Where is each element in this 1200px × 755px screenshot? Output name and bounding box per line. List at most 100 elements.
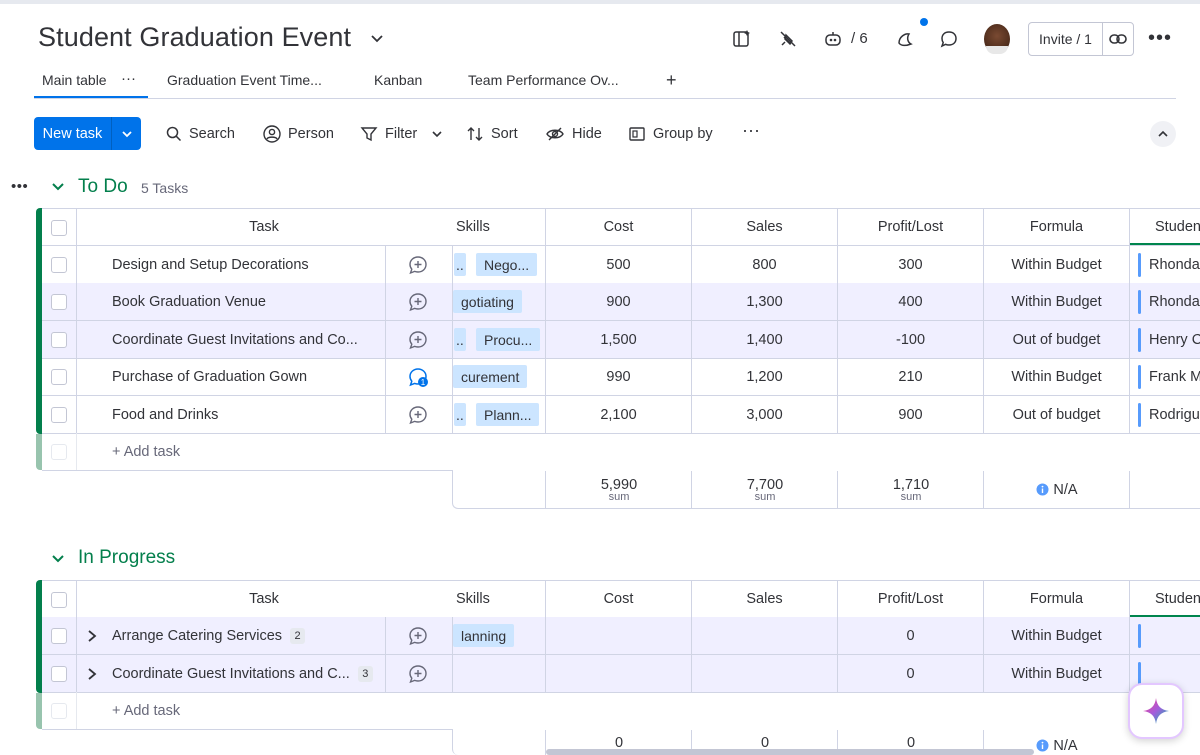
sales-value[interactable]: 1,200 [692, 358, 837, 395]
add-update-icon[interactable] [408, 330, 428, 350]
column-header-student[interactable]: Studen [1155, 581, 1200, 617]
row-checkbox[interactable] [51, 332, 67, 348]
automations-icon[interactable] [822, 28, 844, 50]
board-title[interactable]: Student Graduation Event [38, 22, 351, 53]
updates-chat-icon[interactable] [938, 28, 960, 50]
student-person[interactable]: Henry C [1138, 328, 1200, 352]
row-checkbox[interactable] [51, 369, 67, 385]
add-view-icon[interactable]: + [666, 70, 677, 91]
sales-value[interactable] [692, 655, 837, 692]
info-icon[interactable] [1036, 739, 1049, 752]
student-person[interactable] [1138, 624, 1149, 648]
student-person[interactable]: Frank M [1138, 365, 1200, 389]
select-all-checkbox[interactable] [51, 220, 67, 236]
cost-value[interactable] [546, 617, 691, 654]
updates-count-icon[interactable]: 1 [408, 367, 428, 387]
toolbar-more-icon[interactable]: ··· [742, 121, 760, 139]
add-task-input[interactable]: + Add task [112, 433, 312, 470]
tab-main-table[interactable]: Main table [42, 72, 107, 88]
student-person[interactable]: Rhonda [1138, 290, 1200, 314]
new-task-button[interactable]: New task [34, 117, 112, 150]
task-name-cell[interactable]: Coordinate Guest Invitations and C... 3 [112, 655, 382, 692]
task-name[interactable]: Food and Drinks [112, 396, 402, 433]
column-header-profit[interactable]: Profit/Lost [838, 209, 983, 245]
skill-tag[interactable]: gotiating [453, 290, 522, 313]
skill-tag-prefix[interactable]: .. [454, 403, 466, 426]
skill-tag[interactable]: Nego... [476, 253, 538, 276]
collapse-header-button[interactable] [1150, 121, 1176, 147]
subitems-count[interactable]: 2 [290, 627, 306, 644]
task-name[interactable]: Purchase of Graduation Gown [112, 358, 402, 395]
column-header-cost[interactable]: Cost [546, 209, 691, 245]
cost-value[interactable]: 990 [546, 358, 691, 395]
sidekick-panel-icon[interactable] [731, 28, 753, 50]
table-row[interactable]: Design and Setup Decorations .. Nego... … [42, 246, 1200, 284]
add-task-row[interactable]: + Add task [42, 692, 453, 730]
chevron-right-icon[interactable] [86, 667, 98, 681]
cost-value[interactable]: 2,100 [546, 396, 691, 433]
column-header-task[interactable]: Task [76, 581, 452, 617]
skill-tag[interactable]: curement [453, 365, 528, 388]
row-checkbox[interactable] [51, 294, 67, 310]
task-name[interactable]: Coordinate Guest Invitations and Co... [112, 321, 384, 358]
sales-value[interactable]: 3,000 [692, 396, 837, 433]
tab-team-performance[interactable]: Team Performance Ov... [468, 72, 619, 88]
search-button[interactable]: Search [166, 124, 235, 144]
add-update-icon[interactable] [408, 292, 428, 312]
column-header-skills[interactable]: Skills [456, 581, 546, 617]
column-header-task[interactable]: Task [76, 209, 452, 245]
cost-value[interactable]: 900 [546, 283, 691, 320]
copy-link-icon[interactable] [1103, 23, 1133, 55]
column-header-cost[interactable]: Cost [546, 581, 691, 617]
chevron-down-icon[interactable] [112, 117, 141, 150]
task-name[interactable]: Coordinate Guest Invitations and C... [112, 666, 350, 682]
cost-value[interactable]: 500 [546, 246, 691, 283]
automations-count[interactable]: / 6 [851, 30, 868, 47]
integrations-icon[interactable] [777, 28, 799, 50]
sales-value[interactable]: 1,300 [692, 283, 837, 320]
row-checkbox[interactable] [51, 257, 67, 273]
skill-tag-prefix[interactable]: .. [454, 253, 466, 276]
tab-options-icon[interactable]: ··· [121, 70, 136, 87]
task-name[interactable]: Design and Setup Decorations [112, 246, 402, 283]
skill-tag[interactable]: Procu... [476, 328, 541, 351]
student-person[interactable]: Rodrigu [1138, 403, 1200, 427]
sales-value[interactable]: 800 [692, 246, 837, 283]
cost-value[interactable]: 1,500 [546, 321, 691, 358]
filter-button[interactable]: Filter [360, 124, 443, 144]
group-options-icon[interactable]: ••• [11, 178, 28, 195]
subitems-count[interactable]: 3 [357, 665, 373, 682]
invite-button[interactable]: Invite / 1 [1029, 23, 1103, 55]
more-options-icon[interactable]: ••• [1148, 28, 1172, 48]
group-by-button[interactable]: Group by [628, 124, 713, 144]
row-checkbox[interactable] [51, 407, 67, 423]
table-row[interactable]: Purchase of Graduation Gown 1 curement 9… [42, 358, 1200, 396]
avatar[interactable] [984, 24, 1010, 54]
apps-icon[interactable] [894, 28, 916, 50]
cost-value[interactable] [546, 655, 691, 692]
table-row[interactable]: Food and Drinks .. Plann... 2,100 3,000 … [42, 396, 1200, 434]
column-header-student[interactable]: Studen [1155, 209, 1200, 245]
table-row[interactable]: Coordinate Guest Invitations and C... 3 … [42, 655, 1200, 693]
table-row[interactable]: Coordinate Guest Invitations and Co... .… [42, 321, 1200, 359]
chevron-down-icon[interactable] [51, 552, 65, 566]
tab-timeline[interactable]: Graduation Event Time... [167, 72, 322, 88]
group-title-todo[interactable]: To Do [78, 176, 128, 198]
chevron-down-icon[interactable] [51, 180, 65, 194]
column-header-sales[interactable]: Sales [692, 581, 837, 617]
invite-button-group[interactable]: Invite / 1 [1028, 22, 1134, 56]
add-update-icon[interactable] [408, 405, 428, 425]
add-task-row[interactable]: + Add task [42, 433, 453, 471]
column-header-sales[interactable]: Sales [692, 209, 837, 245]
chevron-down-icon[interactable] [368, 30, 386, 48]
table-row[interactable]: Arrange Catering Services 2 lanning 0 Wi… [42, 617, 1200, 655]
person-filter-button[interactable]: Person [263, 124, 334, 144]
chevron-right-icon[interactable] [86, 629, 98, 643]
horizontal-scrollbar[interactable] [546, 749, 1034, 755]
add-update-icon[interactable] [408, 664, 428, 684]
group-title-in-progress[interactable]: In Progress [78, 547, 175, 569]
sales-value[interactable]: 1,400 [692, 321, 837, 358]
sort-button[interactable]: Sort [466, 124, 518, 144]
column-header-formula[interactable]: Formula [984, 581, 1129, 617]
info-icon[interactable] [1036, 483, 1049, 496]
